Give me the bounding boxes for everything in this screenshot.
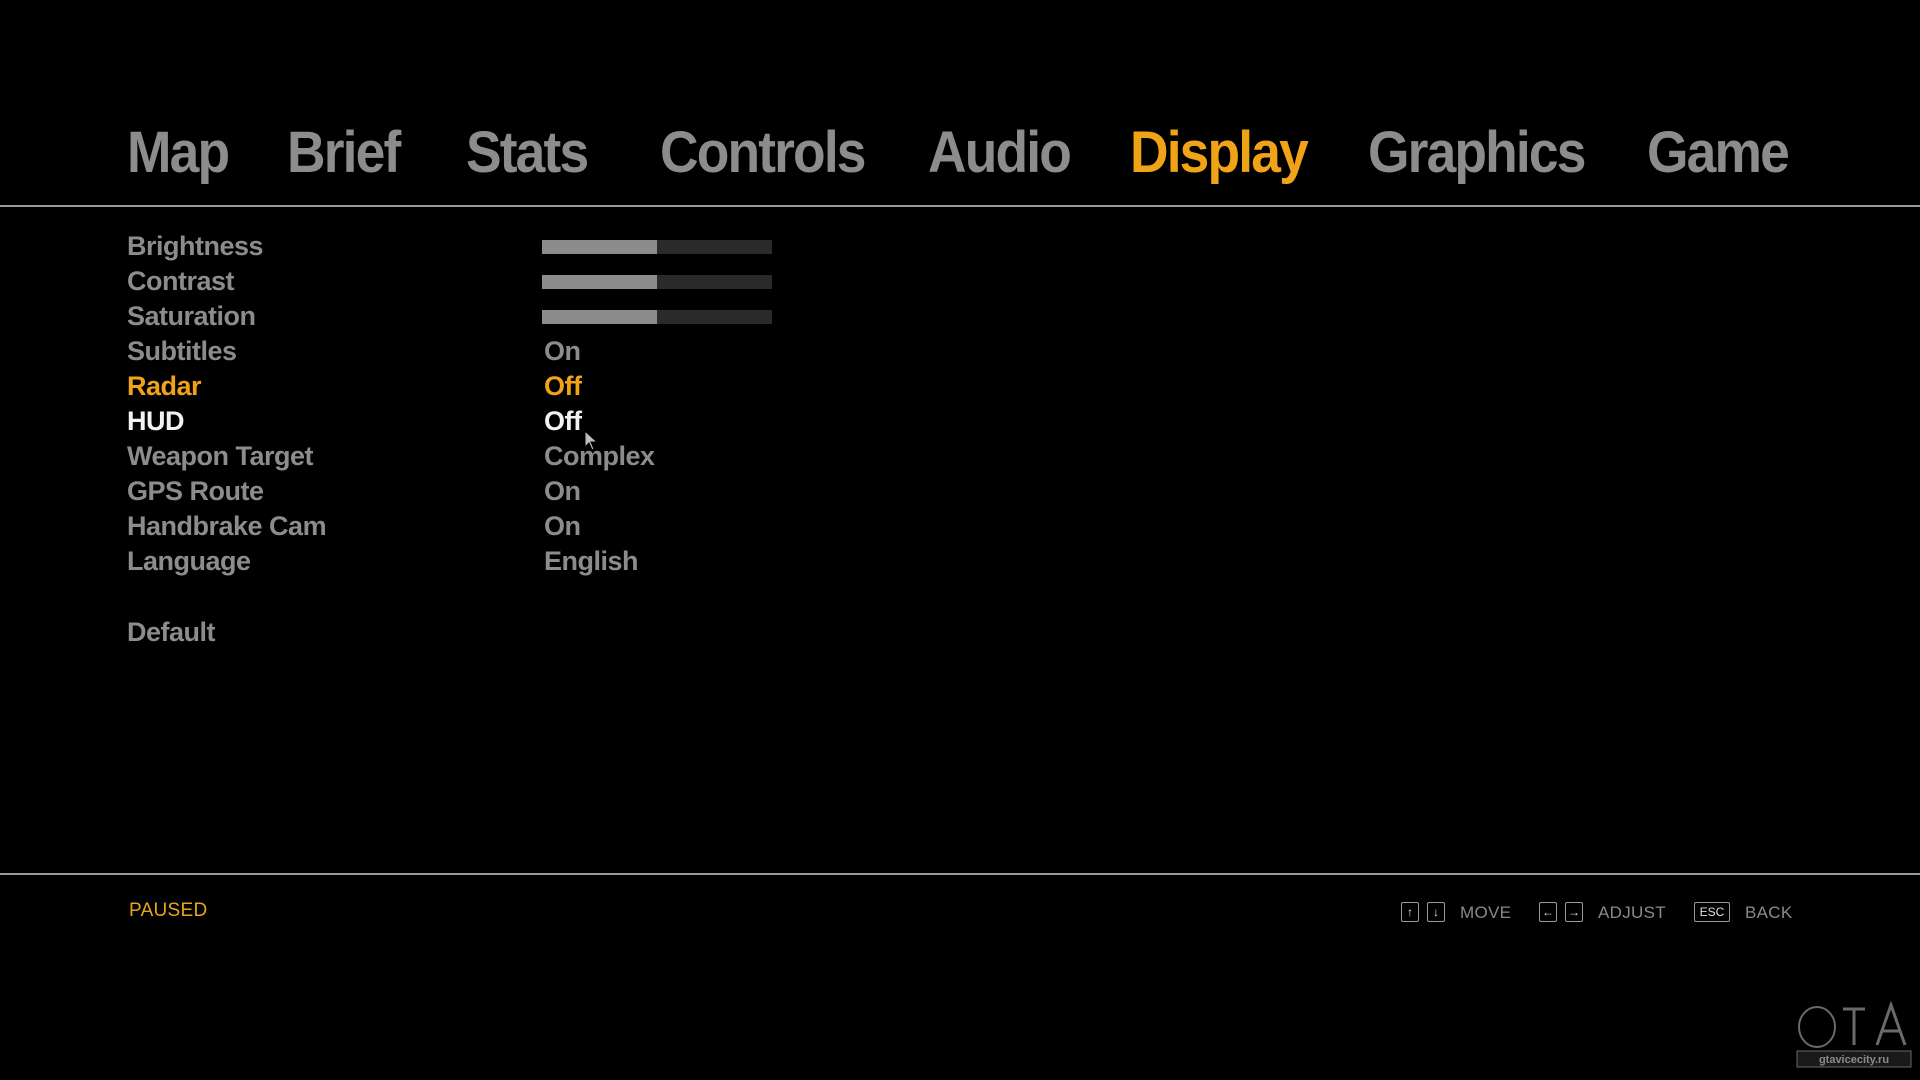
setting-weapon-target[interactable]: Weapon Target Complex <box>0 439 1000 474</box>
tab-brief[interactable]: Brief <box>287 118 401 188</box>
setting-brightness[interactable]: Brightness <box>0 229 1000 264</box>
setting-label: Contrast <box>127 266 235 296</box>
setting-label: Language <box>127 546 251 576</box>
default-button[interactable]: Default <box>127 615 216 650</box>
arrow-left-key-icon: ← <box>1539 902 1557 922</box>
setting-gps-route[interactable]: GPS Route On <box>0 474 1000 509</box>
contrast-slider[interactable] <box>542 275 772 289</box>
setting-label: HUD <box>127 406 185 436</box>
tab-map[interactable]: Map <box>127 118 230 188</box>
setting-label: GPS Route <box>127 476 264 506</box>
menu-tabs: Map Brief Stats Controls Audio Display G… <box>0 118 1920 188</box>
tab-audio[interactable]: Audio <box>928 118 1072 188</box>
setting-value[interactable]: Off <box>544 369 582 404</box>
slider-fill <box>542 310 657 324</box>
setting-label: Radar <box>127 371 202 401</box>
bottom-divider <box>0 873 1920 875</box>
setting-contrast[interactable]: Contrast <box>0 264 1000 299</box>
tab-game[interactable]: Game <box>1647 118 1790 188</box>
setting-language[interactable]: Language English <box>0 544 1000 579</box>
top-divider <box>0 205 1920 207</box>
brightness-slider[interactable] <box>542 240 772 254</box>
logo-a <box>1875 1000 1907 1046</box>
watermark-logo: gtavicecity.ru <box>1796 1000 1912 1068</box>
tab-graphics[interactable]: Graphics <box>1368 118 1586 188</box>
slider-fill <box>542 275 657 289</box>
setting-value[interactable]: Off <box>544 404 582 439</box>
setting-label: Brightness <box>127 231 264 261</box>
mouse-cursor-icon <box>584 430 599 451</box>
setting-label: Handbrake Cam <box>127 511 327 541</box>
setting-handbrake-cam[interactable]: Handbrake Cam On <box>0 509 1000 544</box>
logo-ring <box>1798 1006 1836 1048</box>
setting-value[interactable]: English <box>544 544 639 579</box>
setting-value[interactable]: On <box>544 334 581 369</box>
setting-label: Subtitles <box>127 336 237 366</box>
setting-radar[interactable]: Radar Off <box>0 369 1000 404</box>
setting-saturation[interactable]: Saturation <box>0 299 1000 334</box>
arrow-down-key-icon: ↓ <box>1427 902 1445 922</box>
hint-back[interactable]: BACK <box>1745 900 1793 926</box>
slider-fill <box>542 240 657 254</box>
setting-hud[interactable]: HUD Off <box>0 404 1000 439</box>
tab-controls[interactable]: Controls <box>660 118 866 188</box>
setting-value[interactable]: On <box>544 509 581 544</box>
setting-label: Saturation <box>127 301 256 331</box>
esc-key-icon: ESC <box>1694 902 1730 922</box>
tab-stats[interactable]: Stats <box>466 118 589 188</box>
saturation-slider[interactable] <box>542 310 772 324</box>
hint-move: MOVE <box>1460 903 1512 922</box>
setting-label: Weapon Target <box>127 441 314 471</box>
tab-display[interactable]: Display <box>1130 118 1309 188</box>
arrow-up-key-icon: ↑ <box>1401 902 1419 922</box>
hint-adjust: ADJUST <box>1598 903 1666 922</box>
arrow-right-key-icon: → <box>1565 902 1583 922</box>
logo-t <box>1843 1007 1865 1045</box>
status-paused: PAUSED <box>129 900 208 921</box>
setting-subtitles[interactable]: Subtitles On <box>0 334 1000 369</box>
setting-value[interactable]: On <box>544 474 581 509</box>
watermark-text: gtavicecity.ru <box>1819 1054 1889 1066</box>
